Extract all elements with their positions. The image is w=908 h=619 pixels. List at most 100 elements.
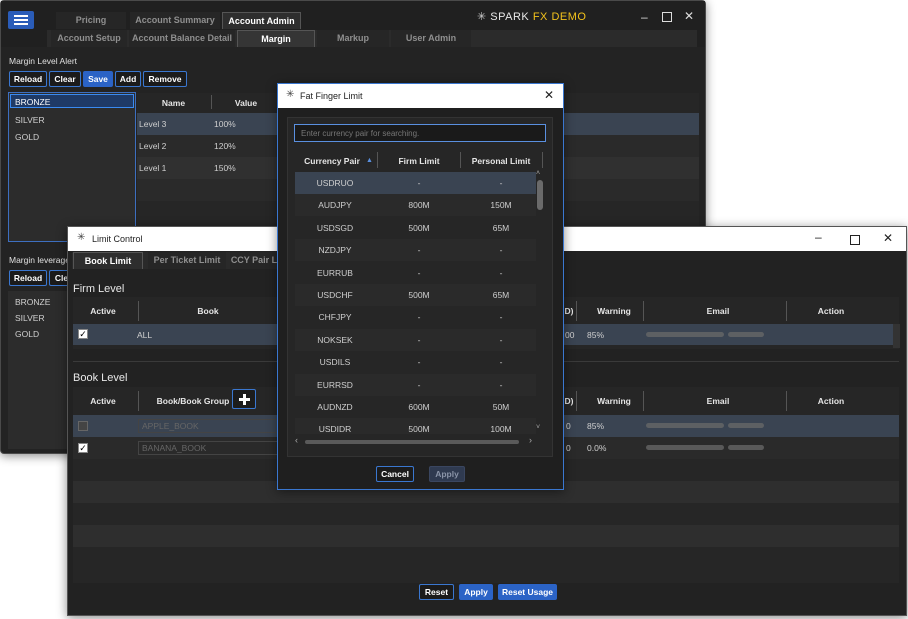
tab-pricing[interactable]: Pricing	[56, 12, 126, 29]
sort-asc-icon: ▲	[366, 157, 373, 164]
currency-pair: NOKSEK	[317, 334, 353, 345]
col-book: Book	[197, 306, 219, 316]
fat-finger-dialog: ✳ Fat Finger Limit ✕ Enter currency pair…	[277, 83, 564, 490]
currency-pair: USDILS	[319, 357, 351, 368]
level-value: 120%	[214, 141, 236, 151]
add-button[interactable]: Add	[115, 71, 141, 87]
col-book-group: Book/Book Group	[156, 396, 230, 406]
tab-markup[interactable]: Markup	[317, 30, 389, 47]
maximize-button[interactable]	[662, 12, 672, 22]
personal-limit: -	[499, 245, 503, 256]
tier-item-silver[interactable]: SILVER	[15, 115, 45, 125]
table-row[interactable]: USDCHF 500M 65M	[295, 284, 536, 306]
table-row[interactable]: AUDNZD 600M 50M	[295, 396, 536, 418]
tier-item-bronze[interactable]: BRONZE	[15, 297, 50, 307]
firm-level-title: Firm Level	[73, 283, 125, 295]
search-placeholder: Enter currency pair for searching.	[301, 129, 420, 138]
table-row[interactable]: AUDJPY 800M 150M	[295, 194, 536, 217]
save-button[interactable]: Save	[83, 71, 113, 87]
tab-book-limit[interactable]: Book Limit	[73, 252, 143, 269]
tier-item-gold[interactable]: GOLD	[15, 329, 39, 339]
personal-limit: 50M	[492, 402, 510, 412]
personal-limit: -	[499, 178, 503, 188]
horizontal-scrollbar[interactable]: ‹ ›	[295, 435, 536, 446]
firm-limit: -	[417, 267, 421, 278]
cancel-button[interactable]: Cancel	[376, 466, 414, 482]
book-warning: 85%	[587, 421, 605, 431]
minimize-button[interactable]: –	[815, 230, 822, 244]
firm-limit: 500M	[408, 424, 430, 434]
tab-user-admin[interactable]: User Admin	[391, 30, 471, 47]
maximize-button[interactable]	[850, 235, 860, 245]
tab-account-summary[interactable]: Account Summary	[130, 12, 220, 29]
apply-button[interactable]: Apply	[429, 466, 465, 482]
chevron-left-icon: ‹	[295, 435, 298, 445]
reload-button[interactable]: Reload	[9, 71, 47, 87]
currency-pair: USDSGD	[316, 222, 354, 233]
firm-limit: -	[417, 334, 421, 345]
apply-button[interactable]: Apply	[459, 584, 493, 600]
col-personal-limit: Personal Limit	[471, 156, 531, 166]
book-warning: 0.0%	[587, 443, 607, 453]
chevron-up-icon: ˄	[536, 170, 541, 177]
table-row[interactable]: EURRUB - -	[295, 261, 536, 284]
scroll-thumb[interactable]	[537, 180, 543, 210]
book-level-title: Book Level	[73, 372, 128, 384]
table-row[interactable]: NOKSEK - -	[295, 328, 536, 351]
table-row[interactable]: USDSGD 500M 65M	[295, 216, 536, 239]
remove-button[interactable]: Remove	[143, 71, 187, 87]
vertical-scrollbar[interactable]: ˄ ˅	[536, 170, 544, 434]
table-row	[73, 547, 899, 569]
close-button[interactable]: ✕	[883, 231, 893, 245]
table-row[interactable]: USDILS - -	[295, 351, 536, 374]
table-row[interactable]: USDIDR 500M 100M	[295, 418, 536, 434]
tier-item-gold[interactable]: GOLD	[15, 132, 39, 142]
clear-button[interactable]: Clear	[49, 71, 81, 87]
tier-item-silver[interactable]: SILVER	[15, 313, 45, 323]
col-currency-pair[interactable]: Currency Pair	[303, 156, 361, 166]
close-button[interactable]: ✕	[684, 9, 694, 23]
add-book-button[interactable]	[232, 389, 256, 409]
level-value: 100%	[214, 119, 236, 129]
personal-limit: 100M	[490, 424, 512, 434]
table-row[interactable]: EURRSD - -	[295, 373, 536, 396]
tab-account-setup[interactable]: Account Setup	[51, 30, 127, 47]
personal-limit: 65M	[492, 290, 510, 300]
col-email: Email	[706, 396, 730, 406]
brand-prefix: SPARK	[490, 11, 530, 23]
reset-button[interactable]: Reset	[419, 584, 454, 600]
tab-ccy-pair-limit[interactable]: CCY Pair L	[230, 252, 278, 269]
scroll-thumb[interactable]	[305, 440, 519, 444]
email-redacted	[646, 332, 724, 337]
personal-limit: -	[499, 267, 503, 278]
table-row[interactable]: CHFJPY - -	[295, 306, 536, 329]
window-title: Limit Control	[92, 234, 143, 244]
book-col-d: 0	[566, 443, 571, 453]
reload-button-2[interactable]: Reload	[9, 270, 47, 286]
currency-pair: CHFJPY	[318, 312, 352, 323]
close-button[interactable]: ✕	[544, 88, 554, 102]
active-checkbox[interactable]	[78, 421, 88, 431]
app-icon: ✳	[286, 89, 295, 100]
hamburger-menu-button[interactable]	[8, 11, 34, 29]
col-active: Active	[90, 396, 116, 406]
tab-margin[interactable]: Margin	[237, 30, 315, 47]
table-row[interactable]: NZDJPY - -	[295, 239, 536, 262]
tab-per-ticket-limit[interactable]: Per Ticket Limit	[148, 252, 226, 269]
minimize-button[interactable]: –	[641, 10, 648, 24]
personal-limit: 65M	[492, 222, 510, 233]
currency-pair: NZDJPY	[318, 245, 352, 256]
tab-account-balance-detail[interactable]: Account Balance Detail	[129, 30, 235, 47]
table-row[interactable]: USDRUO - -	[295, 172, 536, 194]
reset-usage-button[interactable]: Reset Usage	[498, 584, 557, 600]
active-checkbox[interactable]: ✓	[78, 329, 88, 339]
col-active: Active	[90, 306, 116, 316]
currency-pair: AUDNZD	[317, 402, 353, 412]
brand-logo: ✳ SPARK FX DEMO	[477, 10, 586, 23]
currency-pair: EURRSD	[317, 379, 353, 390]
scrollbar[interactable]	[893, 324, 900, 348]
col-warning: Warning	[597, 306, 631, 316]
tab-account-admin[interactable]: Account Admin	[222, 12, 301, 29]
active-checkbox[interactable]: ✓	[78, 443, 88, 453]
firm-limit: 500M	[408, 290, 430, 300]
